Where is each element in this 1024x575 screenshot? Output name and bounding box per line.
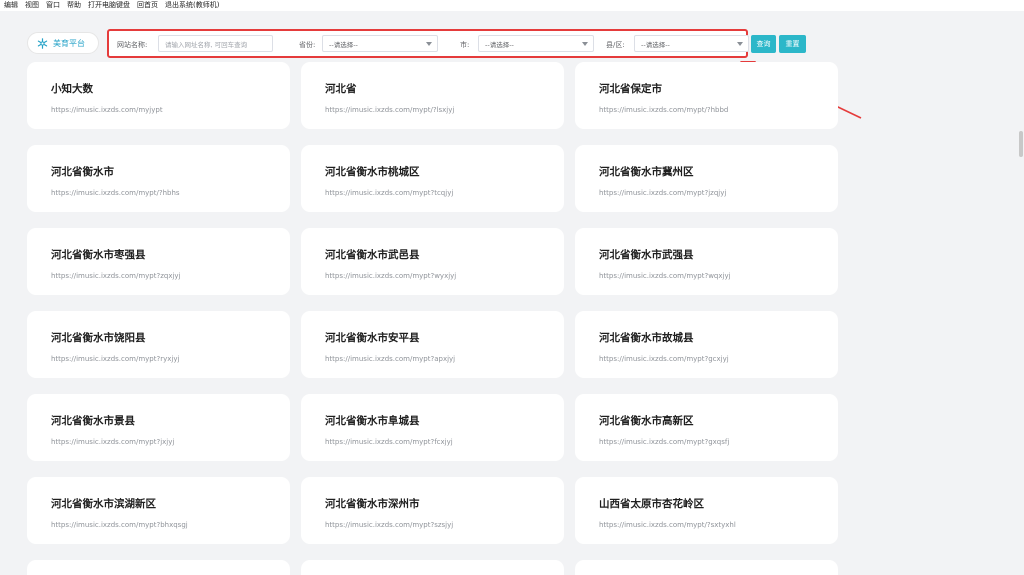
menu-item-keyboard[interactable]: 打开电脑键盘 — [88, 0, 130, 11]
site-card-url: https://imusic.ixzds.com/mypt?zqxjyj — [51, 272, 181, 280]
site-card-url: https://imusic.ixzds.com/myjypt — [51, 106, 163, 114]
site-card[interactable]: 河北省衡水市武邑县 https://imusic.ixzds.com/mypt?… — [301, 228, 564, 295]
site-card-url: https://imusic.ixzds.com/mypt?wyxjyj — [325, 272, 457, 280]
chevron-down-icon — [582, 42, 588, 46]
site-card-url: https://imusic.ixzds.com/mypt?gcxjyj — [599, 355, 729, 363]
city-label: 市: — [460, 41, 470, 49]
brand-label: 美育平台 — [53, 38, 85, 48]
menu-item-exit[interactable]: 退出系统(教师机) — [165, 0, 219, 11]
site-card-url: https://imusic.ixzds.com/mypt?jxjyj — [51, 438, 175, 446]
brand-pill[interactable]: 美育平台 — [27, 32, 99, 54]
site-card-title: 河北省衡水市 — [51, 166, 114, 178]
filter-form: 网站名称: 请输入网址名称, 可回车查询 省份: --请选择-- 市: --请选… — [107, 29, 749, 58]
site-card-title: 山西省太原市杏花岭区 — [599, 498, 704, 510]
site-card[interactable]: 河北省衡水市枣强县 https://imusic.ixzds.com/mypt?… — [27, 228, 290, 295]
site-card-title: 河北省 — [325, 83, 357, 95]
site-card[interactable]: 山西省太原市杏花岭区 https://imusic.ixzds.com/mypt… — [575, 477, 838, 544]
snowflake-logo-icon — [37, 37, 48, 49]
site-card-title: 河北省衡水市冀州区 — [599, 166, 694, 178]
menu-item-help[interactable]: 帮助 — [67, 0, 81, 11]
site-card[interactable]: 河北省衡水市桃城区 https://imusic.ixzds.com/mypt?… — [301, 145, 564, 212]
site-card-title: 河北省衡水市故城县 — [599, 332, 694, 344]
site-card-url: https://imusic.ixzds.com/mypt/?sxtyxhl — [599, 521, 736, 529]
site-card[interactable]: 河北省衡水市安平县 https://imusic.ixzds.com/mypt?… — [301, 311, 564, 378]
site-card-title: 河北省衡水市滨湖新区 — [51, 498, 156, 510]
site-card-partial[interactable] — [27, 560, 290, 575]
site-card[interactable]: 河北省衡水市武强县 https://imusic.ixzds.com/mypt?… — [575, 228, 838, 295]
site-card-url: https://imusic.ixzds.com/mypt?tcqjyj — [325, 189, 454, 197]
city-select[interactable]: --请选择-- — [478, 35, 594, 52]
site-name-label: 网站名称: — [117, 41, 148, 49]
reset-button[interactable]: 重置 — [779, 35, 806, 53]
scrollbar-track[interactable] — [1017, 11, 1024, 575]
site-card[interactable]: 河北省衡水市景县 https://imusic.ixzds.com/mypt?j… — [27, 394, 290, 461]
menu-item-home[interactable]: 回首页 — [137, 0, 158, 11]
site-card-title: 河北省衡水市安平县 — [325, 332, 420, 344]
site-card[interactable]: 河北省衡水市深州市 https://imusic.ixzds.com/mypt?… — [301, 477, 564, 544]
county-label: 县/区: — [606, 41, 625, 49]
site-card-title: 河北省衡水市饶阳县 — [51, 332, 146, 344]
site-card-url: https://imusic.ixzds.com/mypt/?hbbd — [599, 106, 729, 114]
search-button[interactable]: 查询 — [751, 35, 776, 53]
site-card-title: 河北省衡水市武强县 — [599, 249, 694, 261]
chevron-down-icon — [737, 42, 743, 46]
site-card-url: https://imusic.ixzds.com/mypt?apxjyj — [325, 355, 456, 363]
menu-item-edit[interactable]: 编辑 — [4, 0, 18, 11]
scrollbar-thumb[interactable] — [1019, 131, 1023, 157]
site-card[interactable]: 河北省衡水市 https://imusic.ixzds.com/mypt/?hb… — [27, 145, 290, 212]
county-select[interactable]: --请选择-- — [634, 35, 749, 52]
site-card[interactable]: 河北省衡水市冀州区 https://imusic.ixzds.com/mypt?… — [575, 145, 838, 212]
menu-item-window[interactable]: 窗口 — [46, 0, 60, 11]
site-card-url: https://imusic.ixzds.com/mypt?bhxqsgj — [51, 521, 188, 529]
site-card-partial[interactable] — [575, 560, 838, 575]
site-card-title: 河北省衡水市桃城区 — [325, 166, 420, 178]
site-card[interactable]: 河北省衡水市滨湖新区 https://imusic.ixzds.com/mypt… — [27, 477, 290, 544]
menu-item-view[interactable]: 视图 — [25, 0, 39, 11]
county-select-value: --请选择-- — [641, 40, 670, 49]
site-card[interactable]: 河北省衡水市高新区 https://imusic.ixzds.com/mypt?… — [575, 394, 838, 461]
site-card[interactable]: 河北省衡水市饶阳县 https://imusic.ixzds.com/mypt?… — [27, 311, 290, 378]
chevron-down-icon — [426, 42, 432, 46]
site-card-url: https://imusic.ixzds.com/mypt?fcxjyj — [325, 438, 453, 446]
province-select-value: --请选择-- — [329, 40, 358, 49]
site-card-url: https://imusic.ixzds.com/mypt/?lsxjyj — [325, 106, 455, 114]
site-card-url: https://imusic.ixzds.com/mypt?jzqjyj — [599, 189, 727, 197]
site-card-title: 河北省衡水市深州市 — [325, 498, 420, 510]
site-card-url: https://imusic.ixzds.com/mypt?gxqsfj — [599, 438, 730, 446]
site-card[interactable]: 河北省保定市 https://imusic.ixzds.com/mypt/?hb… — [575, 62, 838, 129]
site-card-url: https://imusic.ixzds.com/mypt?wqxjyj — [599, 272, 731, 280]
site-card-partial[interactable] — [301, 560, 564, 575]
site-card-title: 小知大数 — [51, 83, 93, 95]
province-label: 省份: — [299, 41, 316, 49]
site-card-url: https://imusic.ixzds.com/mypt?ryxjyj — [51, 355, 180, 363]
site-card-title: 河北省保定市 — [599, 83, 662, 95]
province-select[interactable]: --请选择-- — [322, 35, 438, 52]
site-name-input[interactable]: 请输入网址名称, 可回车查询 — [158, 35, 273, 52]
site-card-url: https://imusic.ixzds.com/mypt/?hbhs — [51, 189, 180, 197]
site-card-title: 河北省衡水市阜城县 — [325, 415, 420, 427]
site-card-title: 河北省衡水市武邑县 — [325, 249, 420, 261]
site-card-title: 河北省衡水市高新区 — [599, 415, 694, 427]
site-card[interactable]: 河北省 https://imusic.ixzds.com/mypt/?lsxjy… — [301, 62, 564, 129]
city-select-value: --请选择-- — [485, 40, 514, 49]
site-card-title: 河北省衡水市枣强县 — [51, 249, 146, 261]
site-card[interactable]: 河北省衡水市阜城县 https://imusic.ixzds.com/mypt?… — [301, 394, 564, 461]
site-card[interactable]: 河北省衡水市故城县 https://imusic.ixzds.com/mypt?… — [575, 311, 838, 378]
site-card-title: 河北省衡水市景县 — [51, 415, 135, 427]
menu-bar: 编辑 视图 窗口 帮助 打开电脑键盘 回首页 退出系统(教师机) — [0, 0, 1024, 11]
site-card-url: https://imusic.ixzds.com/mypt?szsjyj — [325, 521, 454, 529]
site-card[interactable]: 小知大数 https://imusic.ixzds.com/myjypt — [27, 62, 290, 129]
